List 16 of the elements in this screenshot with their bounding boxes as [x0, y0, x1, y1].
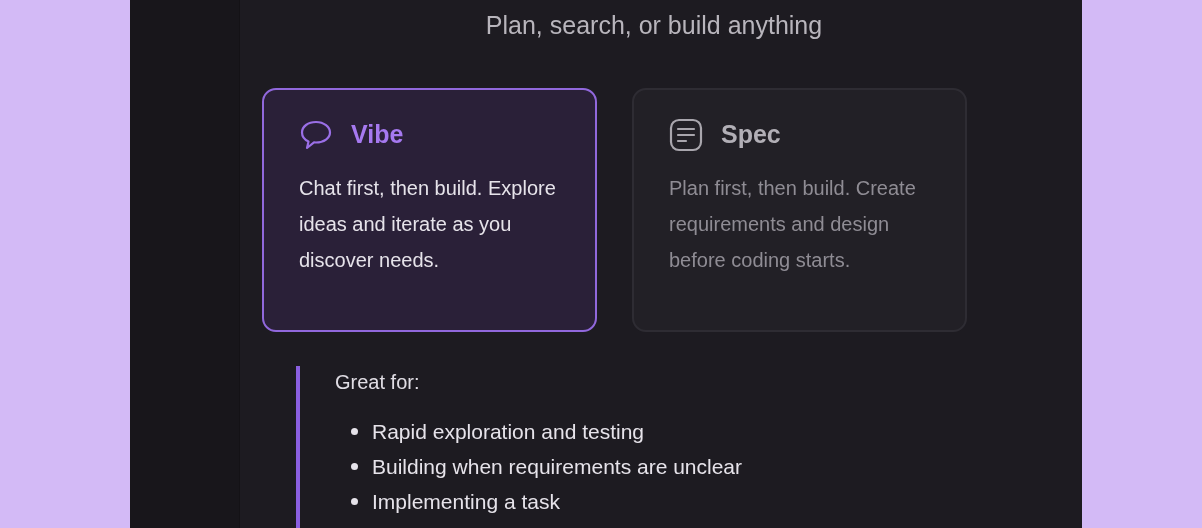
document-lines-icon — [669, 117, 703, 152]
bullet-icon — [351, 463, 358, 470]
mode-card[interactable]: Spec Plan first, then build. Create requirements and design before coding starts. — [632, 88, 967, 332]
mode-title: Vibe — [351, 119, 404, 150]
mode-description: Plan first, then build. Create requirements and design before coding starts. — [669, 175, 917, 273]
list-item: Building when requirements are unclear — [372, 453, 743, 480]
mode-title: Spec — [721, 119, 781, 150]
chat-bubble-icon — [299, 118, 333, 151]
list-item: Implementing a task — [372, 488, 560, 515]
subtitle: Plan, search, or build anything — [485, 10, 823, 41]
list-item: Rapid exploration and testing — [372, 418, 644, 445]
bullet-icon — [351, 428, 358, 435]
mode-description: Chat first, then build. Explore ideas and iterate as you discover needs. — [299, 175, 557, 273]
details-heading: Great for: — [335, 370, 421, 395]
mode-card[interactable]: Vibe Chat first, then build. Explore ideas and iterate as you discover needs. — [262, 88, 597, 332]
bullet-icon — [351, 498, 358, 505]
